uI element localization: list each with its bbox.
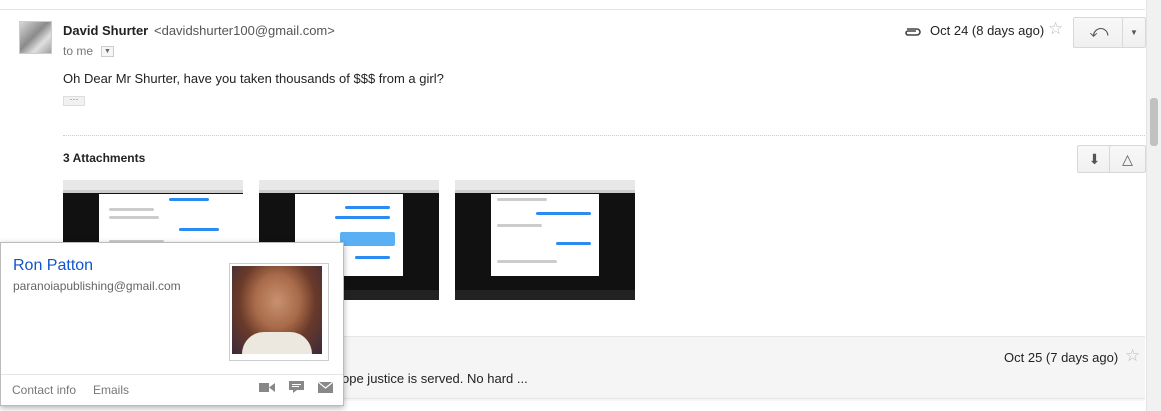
sender-name[interactable]: David Shurter	[63, 23, 148, 38]
sender-email: <davidshurter100@gmail.com>	[154, 23, 335, 38]
dropdown-icon: ▼	[1130, 28, 1138, 37]
contact-info-link[interactable]: Contact info	[12, 383, 76, 397]
contact-card: Ron Patton paranoiapublishing@gmail.com …	[0, 242, 344, 406]
download-all-button[interactable]: ⬇	[1077, 145, 1112, 173]
star-icon[interactable]: ☆	[1125, 346, 1140, 366]
paperclip-icon	[903, 24, 921, 40]
save-to-drive-button[interactable]: △	[1109, 145, 1146, 173]
chevron-down-icon: ▼	[104, 48, 111, 55]
mail-icon[interactable]	[317, 381, 334, 396]
show-trimmed-content-button[interactable]: ···	[63, 95, 85, 106]
contact-card-footer: Contact info Emails	[1, 374, 343, 405]
attachment-thumbnail-3[interactable]	[455, 180, 635, 300]
attachments-title: 3 Attachments	[63, 151, 146, 165]
message-date: Oct 25 (7 days ago)	[1004, 350, 1119, 365]
attachments-divider	[63, 135, 1145, 136]
emails-link[interactable]: Emails	[93, 383, 129, 397]
scrollbar[interactable]	[1146, 0, 1161, 411]
contact-email: paranoiapublishing@gmail.com	[13, 279, 181, 293]
contact-name[interactable]: Ron Patton	[13, 257, 93, 275]
message-body: Oh Dear Mr Shurter, have you taken thous…	[63, 71, 444, 86]
details-toggle[interactable]: ▼	[101, 46, 114, 57]
message-snippet: ope justice is served. No hard ...	[342, 371, 528, 386]
contact-photo	[229, 263, 329, 361]
star-icon[interactable]: ☆	[1048, 19, 1063, 39]
download-icon: ⬇	[1088, 151, 1101, 167]
drive-icon: △	[1122, 151, 1133, 167]
recipient-label: to me	[63, 44, 94, 58]
sender-avatar[interactable]	[19, 21, 52, 54]
message-date: Oct 24 (8 days ago)	[930, 23, 1045, 38]
reply-button[interactable]: ⤺	[1073, 17, 1125, 48]
reply-icon: ⤺	[1089, 21, 1109, 41]
more-options-button[interactable]: ▼	[1122, 17, 1146, 48]
scrollbar-thumb[interactable]	[1150, 98, 1158, 146]
chat-icon[interactable]	[289, 381, 304, 396]
top-divider	[0, 9, 1145, 10]
video-icon[interactable]	[259, 381, 275, 396]
